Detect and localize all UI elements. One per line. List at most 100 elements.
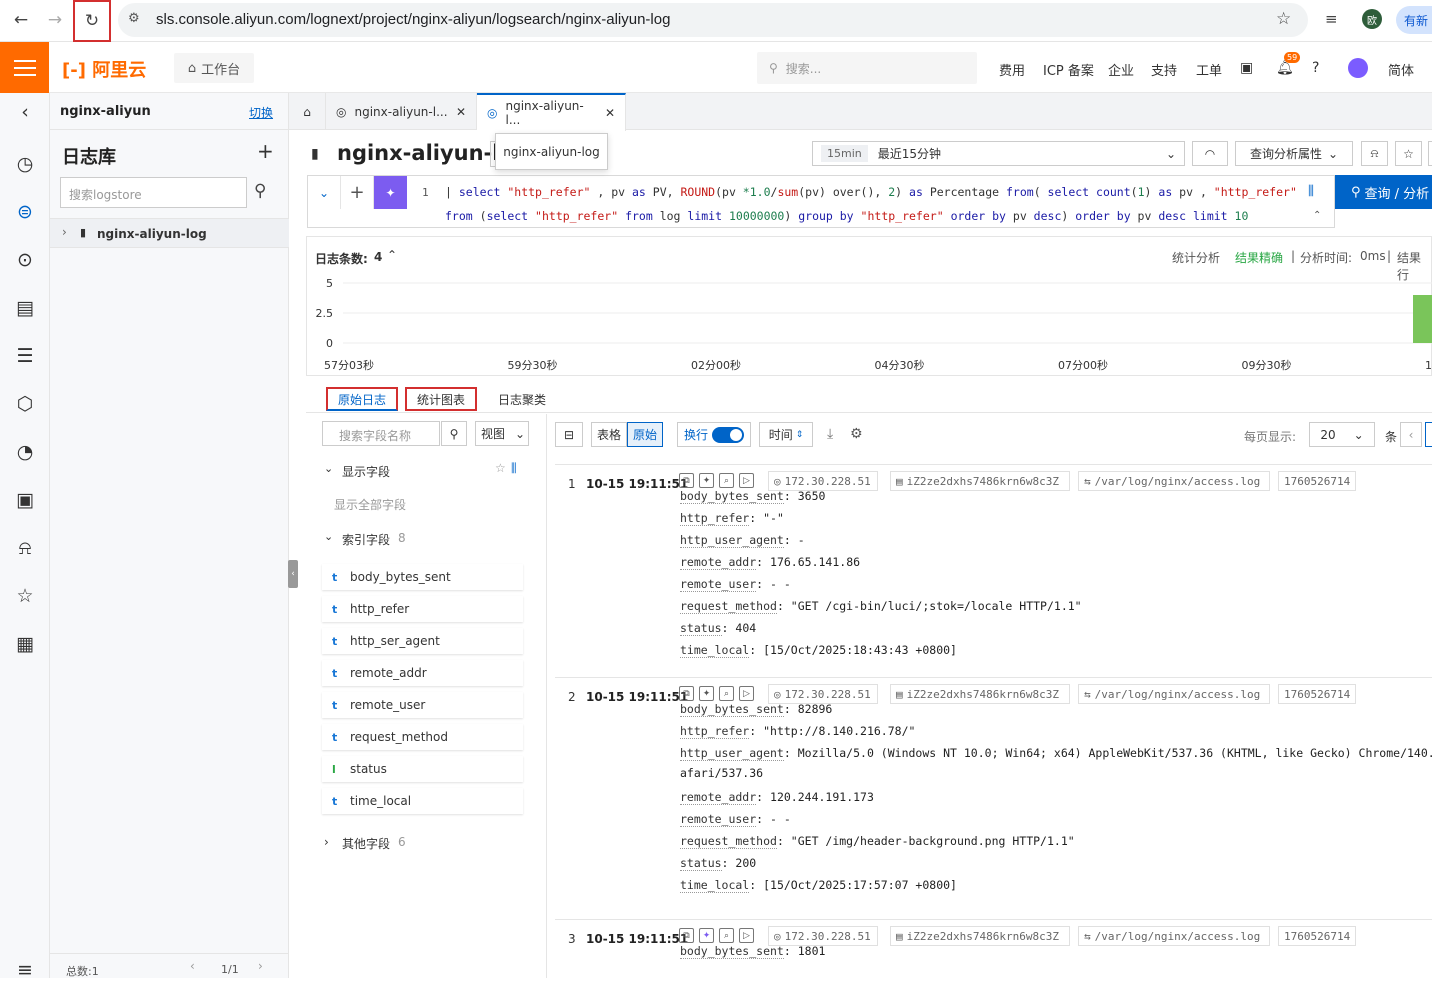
analysis-properties-button[interactable]: 查询分析属性 ⌄	[1235, 141, 1353, 166]
tab-log-clustering[interactable]: 日志聚类	[488, 387, 556, 411]
field-key[interactable]: time_local	[680, 878, 750, 893]
field-value[interactable]: [15/Oct/2025:17:57:07 +0800]	[763, 878, 957, 892]
field-key[interactable]: http_user_agent	[680, 533, 784, 548]
monitor-icon[interactable]: ⊙	[12, 247, 38, 273]
field-key[interactable]: request_method	[680, 834, 777, 849]
hostname-tag[interactable]: ▤ iZ2ze2dxhs7486krn6w8c3Z	[890, 926, 1070, 946]
hostname-tag[interactable]: ▤ iZ2ze2dxhs7486krn6w8c3Z	[890, 684, 1070, 704]
cube-icon[interactable]: ⬡	[12, 391, 38, 417]
query-editor[interactable]: ⌄ + ✦ 1 | select "http_refer" , pv as PV…	[307, 175, 1335, 228]
chevron-down-icon[interactable]: ⌄	[308, 176, 341, 209]
field-value[interactable]: afari/537.36	[680, 766, 763, 780]
update-button[interactable]: 有新	[1396, 6, 1432, 34]
histogram-bar[interactable]	[1413, 295, 1432, 343]
aliyun-logo[interactable]: [-] 阿里云	[62, 56, 146, 82]
user-avatar[interactable]	[1348, 58, 1368, 78]
field-key[interactable]: remote_user	[680, 812, 757, 827]
reading-list-icon[interactable]: ≡	[1325, 10, 1338, 28]
expand-chevron-icon[interactable]: ›	[62, 225, 67, 239]
stats-analysis-link[interactable]: 统计分析	[1172, 249, 1220, 266]
star-icon[interactable]: ☆	[495, 461, 506, 475]
current-page[interactable]	[1425, 422, 1432, 447]
menu-toggle-icon[interactable]: ≡	[12, 957, 38, 983]
nav-support[interactable]: 支持	[1151, 60, 1177, 79]
chevron-down-icon[interactable]: ⌄	[324, 462, 333, 475]
field-key[interactable]: status	[680, 621, 722, 636]
field-value[interactable]: 82896	[798, 702, 833, 716]
collapse-fields-icon[interactable]: ⊟	[555, 422, 583, 447]
copy-icon[interactable]: ⧉	[679, 928, 694, 943]
hostname-tag[interactable]: ▤ iZ2ze2dxhs7486krn6w8c3Z	[890, 471, 1070, 491]
dashboard-icon[interactable]: ▤	[12, 295, 38, 321]
field-value[interactable]: [15/Oct/2025:18:43:43 +0800]	[763, 643, 957, 657]
time-sort-button[interactable]: 时间 ⇕	[759, 422, 813, 447]
settings-sliders-icon[interactable]: ⫼	[511, 461, 517, 476]
field-item[interactable]: t http_refer	[322, 596, 523, 622]
alert-bell-icon[interactable]: ⍾	[12, 535, 38, 561]
field-value[interactable]: - -	[770, 577, 791, 591]
nav-icp[interactable]: ICP 备案	[1043, 60, 1094, 79]
ai-icon[interactable]: ✦	[699, 686, 714, 701]
field-item[interactable]: t body_bytes_sent	[322, 564, 523, 590]
next-page-icon[interactable]: ›	[258, 959, 263, 973]
tab-raw-logs[interactable]: 原始日志	[326, 387, 399, 411]
field-key[interactable]: body_bytes_sent	[680, 944, 784, 959]
list-icon[interactable]: ☰	[12, 343, 38, 369]
search-icon[interactable]: ⚲	[254, 181, 266, 201]
source-ip-tag[interactable]: ◎ 172.30.228.51	[768, 926, 878, 946]
file-path-tag[interactable]: ⇆/var/log/nginx/access.log	[1078, 684, 1270, 704]
add-logstore-icon[interactable]: +	[257, 139, 274, 163]
collapse-up-icon[interactable]: ⌃	[387, 248, 397, 262]
alert-bell-icon[interactable]: ⍾	[1361, 141, 1388, 166]
field-key[interactable]: remote_addr	[680, 790, 757, 805]
switch-project-link[interactable]: 切换	[249, 104, 273, 121]
field-item[interactable]: t remote_user	[322, 692, 523, 718]
play-icon[interactable]: ▷	[739, 473, 754, 488]
ai-icon[interactable]: ✦	[699, 928, 714, 943]
show-all-fields[interactable]: 显示全部字段	[334, 496, 406, 513]
language-switch[interactable]: 简体	[1388, 60, 1414, 79]
file-path-tag[interactable]: ⇆/var/log/nginx/access.log	[1078, 471, 1270, 491]
pie-chart-icon[interactable]: ◔	[12, 439, 38, 465]
histogram-chart[interactable]: 5 2.5 0 57分03秒 59分30秒 02分00秒 04分30秒 07分00秒 09分30…	[307, 273, 1432, 377]
view-select[interactable]: 视图 ⌄	[475, 421, 529, 446]
raw-view-button[interactable]: 原始	[627, 422, 663, 447]
site-settings-icon[interactable]: ⚙	[128, 11, 140, 26]
field-value[interactable]: "GET /img/header-background.png HTTP/1.1…	[791, 834, 1075, 848]
context-icon[interactable]: ⌕	[719, 686, 734, 701]
play-icon[interactable]: ▷	[739, 928, 754, 943]
refresh-gauge-icon[interactable]: ◠	[1192, 141, 1228, 166]
ai-assist-icon[interactable]: ✦	[374, 176, 407, 209]
page-size-select[interactable]: 20 ⌄	[1309, 422, 1375, 447]
prev-page-icon[interactable]: ‹	[190, 959, 195, 973]
source-ip-tag[interactable]: ◎ 172.30.228.51	[768, 471, 878, 491]
back-icon[interactable]: ←	[6, 6, 36, 34]
field-key[interactable]: status	[680, 856, 722, 871]
play-icon[interactable]: ▷	[739, 686, 754, 701]
table-view-button[interactable]: 表格	[591, 422, 627, 447]
field-item[interactable]: t http_ser_agent	[322, 628, 523, 654]
field-value[interactable]: 120.244.191.173	[770, 790, 874, 804]
field-key[interactable]: http_refer	[680, 724, 750, 739]
time-range-select[interactable]: 15min 最近15分钟 ⌄	[812, 141, 1185, 166]
nav-ticket[interactable]: 工单	[1196, 60, 1222, 79]
menu-icon[interactable]	[0, 42, 49, 93]
field-value[interactable]: - -	[770, 812, 791, 826]
field-value[interactable]: "GET /cgi-bin/luci/;stok=/locale HTTP/1.…	[791, 599, 1082, 613]
context-icon[interactable]: ⌕	[719, 928, 734, 943]
more-button[interactable]	[1428, 141, 1432, 166]
field-key[interactable]: remote_addr	[680, 555, 757, 570]
timestamp-tag[interactable]: 1760526714	[1278, 684, 1356, 704]
forward-icon[interactable]: →	[40, 6, 70, 34]
chevron-down-icon[interactable]: ⌄	[324, 530, 333, 543]
field-key[interactable]: http_refer	[680, 511, 750, 526]
apps-grid-icon[interactable]: ▦	[12, 631, 38, 657]
field-value[interactable]: Mozilla/5.0 (Windows NT 10.0; Win64; x64…	[798, 746, 1432, 760]
collapse-arrow-icon[interactable]: ‹	[12, 99, 38, 125]
field-key[interactable]: body_bytes_sent	[680, 489, 784, 504]
field-value[interactable]: -	[798, 533, 805, 547]
collapse-up-icon[interactable]: ⌃	[1313, 210, 1321, 221]
field-item[interactable]: t remote_addr	[322, 660, 523, 686]
timestamp-tag[interactable]: 1760526714	[1278, 926, 1356, 946]
nav-enterprise[interactable]: 企业	[1108, 60, 1134, 79]
